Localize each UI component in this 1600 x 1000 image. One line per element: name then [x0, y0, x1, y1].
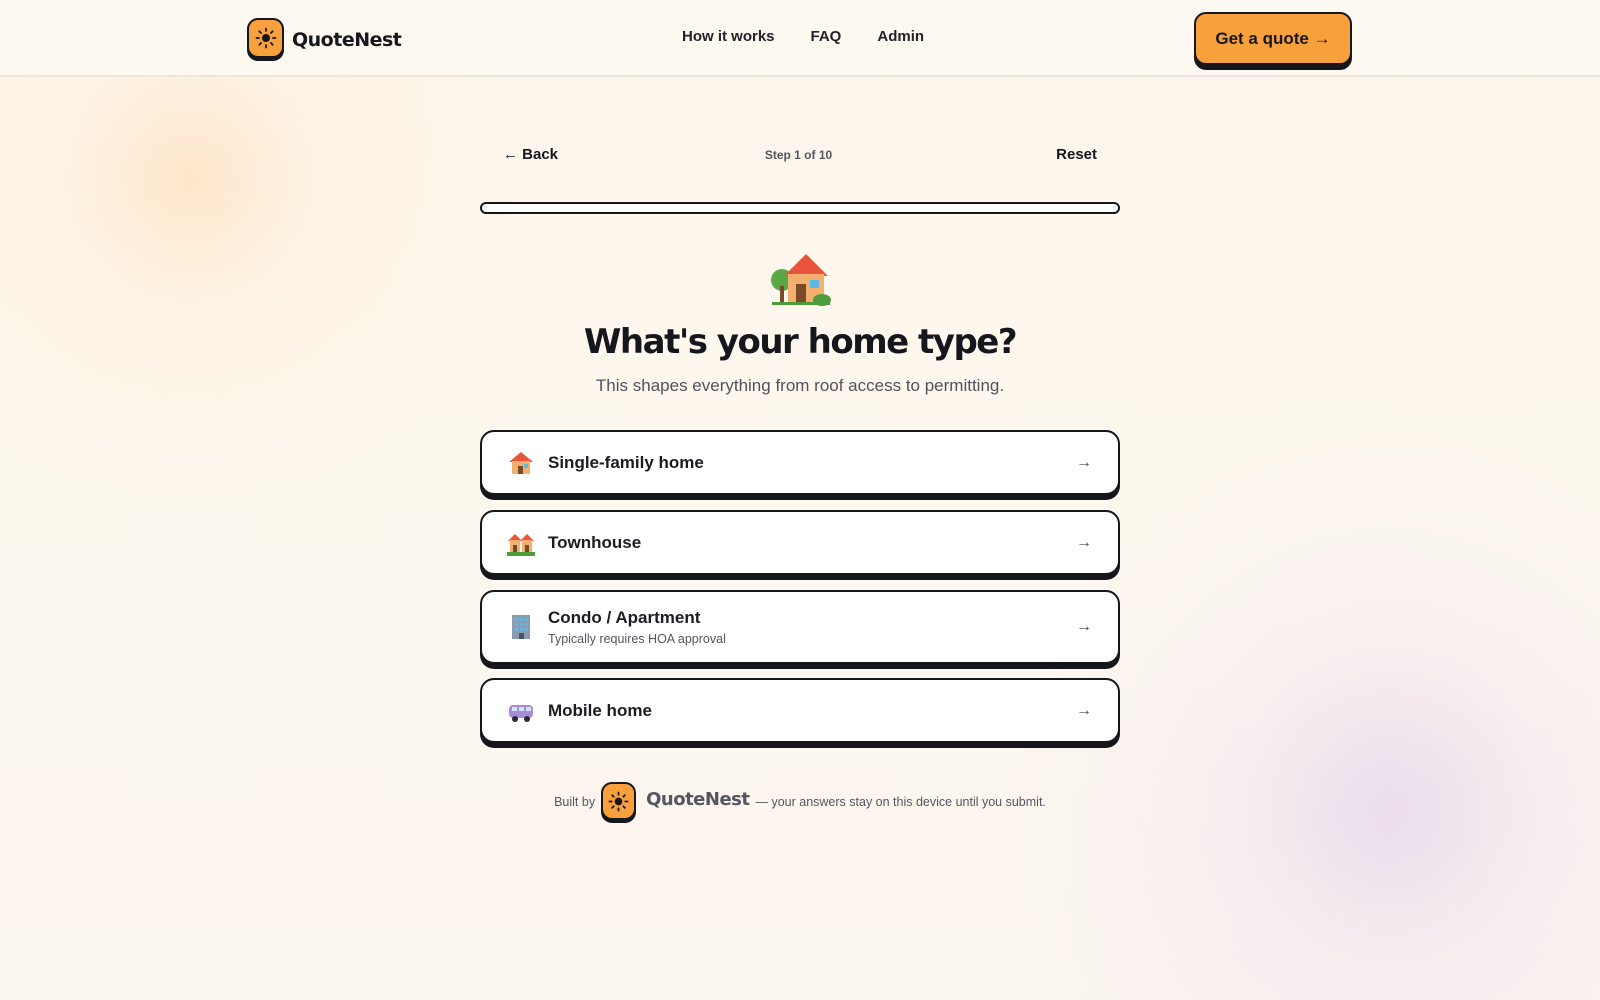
question-subtitle: This shapes everything from roof access … — [595, 376, 1005, 395]
option-townhouse[interactable]: Townhouse → — [480, 510, 1120, 575]
option-label: Condo / Apartment — [548, 608, 701, 627]
footer: Built by QuoteNest — your answers stay o… — [0, 782, 1600, 821]
arrow-right-icon: → — [1076, 453, 1092, 471]
reset-button[interactable]: Reset — [1056, 146, 1097, 163]
question-title: What's your home type? — [583, 322, 1018, 362]
house-with-garden-icon — [0, 248, 1600, 311]
townhouses-icon — [507, 529, 535, 557]
step-counter: Step 1 of 10 — [764, 148, 833, 162]
option-mobile-home[interactable]: Mobile home → — [480, 678, 1120, 743]
arrow-right-icon: → — [1076, 701, 1092, 719]
footer-suffix: — your answers stay on this device until… — [755, 795, 1046, 809]
option-condo-apartment[interactable]: Condo / Apartment Typically requires HOA… — [480, 590, 1120, 664]
option-text: Single-family home — [548, 453, 704, 473]
option-text: Condo / Apartment Typically requires HOA… — [548, 608, 726, 646]
arrow-right-icon: → — [1076, 533, 1092, 551]
option-label: Mobile home — [548, 700, 652, 720]
option-note: Typically requires HOA approval — [548, 632, 726, 646]
arrow-right-icon: → — [1076, 618, 1092, 635]
option-label: Single-family home — [548, 452, 704, 472]
footer-prefix: Built by — [554, 795, 596, 809]
brand-name: QuoteNest — [292, 29, 402, 51]
top-header: QuoteNest How it works FAQ Admin Get a q… — [0, 0, 1600, 77]
option-text: Mobile home — [548, 701, 652, 721]
nav-faq[interactable]: FAQ — [811, 28, 842, 45]
main-nav: How it works FAQ Admin — [682, 28, 924, 45]
footer-brand-name: QuoteNest — [646, 788, 750, 810]
minibus-icon — [507, 697, 535, 725]
option-text: Townhouse — [548, 533, 641, 553]
sun-icon — [601, 782, 637, 820]
progress-bar — [480, 202, 1120, 214]
step-navigation: ← Back Step 1 of 10 Reset — [500, 146, 1097, 166]
option-single-family-home[interactable]: Single-family home → — [480, 430, 1120, 495]
nav-how-it-works[interactable]: How it works — [682, 28, 775, 45]
nav-admin[interactable]: Admin — [877, 28, 924, 45]
sun-icon — [247, 18, 284, 58]
house-icon — [507, 449, 535, 477]
office-building-icon — [507, 613, 535, 641]
get-quote-button[interactable]: Get a quote → — [1194, 12, 1352, 65]
brand-logo-link[interactable]: QuoteNest — [247, 18, 402, 61]
option-label: Townhouse — [548, 532, 642, 552]
